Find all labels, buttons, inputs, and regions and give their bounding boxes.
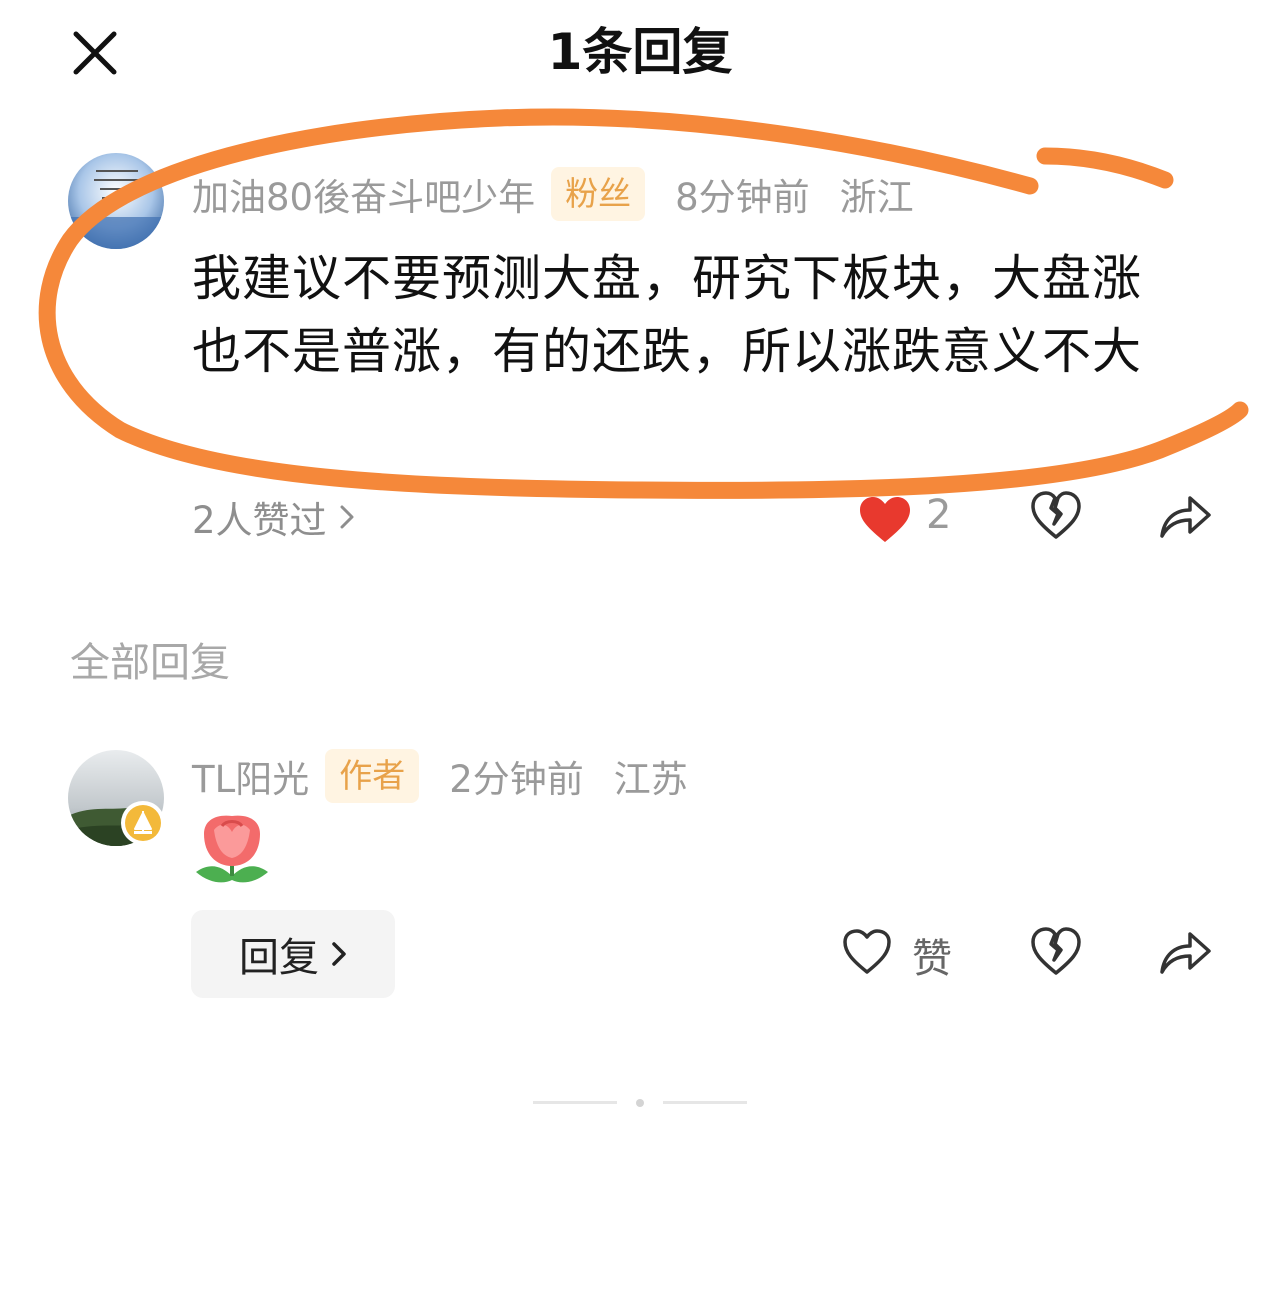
broken-heart-icon	[1031, 491, 1081, 539]
username[interactable]: 加油80後奋斗吧少年	[192, 167, 535, 221]
dislike-button[interactable]	[1030, 926, 1082, 978]
share-icon	[1160, 496, 1211, 538]
end-divider-left	[533, 1101, 617, 1104]
like-label[interactable]: 赞	[912, 926, 952, 984]
verified-badge-icon	[121, 801, 165, 845]
heart-outline-icon	[843, 929, 891, 974]
fan-badge: 粉丝	[551, 167, 646, 221]
share-button[interactable]	[1158, 926, 1212, 976]
region: 浙江	[839, 176, 914, 219]
end-divider-dot	[636, 1099, 644, 1107]
avatar[interactable]	[68, 153, 164, 249]
timestamp: 8分钟前	[675, 176, 810, 219]
region: 江苏	[613, 758, 688, 801]
username[interactable]: TL阳光	[192, 749, 309, 803]
heart-filled-icon	[860, 497, 910, 542]
broken-heart-icon	[1031, 927, 1081, 975]
end-divider-right	[663, 1101, 747, 1104]
author-badge: 作者	[325, 749, 420, 803]
tulip-emoji	[192, 812, 272, 888]
dislike-button[interactable]	[1030, 490, 1082, 542]
share-icon	[1160, 932, 1211, 974]
share-button[interactable]	[1158, 490, 1212, 540]
chevron-right-icon	[332, 942, 346, 966]
comment-text: 我建议不要预测大盘，研究下板块，大盘涨也不是普涨，有的还跌，所以涨跌意义不大	[192, 250, 1143, 380]
like-button[interactable]	[858, 496, 912, 544]
timestamp: 2分钟前	[449, 758, 584, 801]
likers-label: 2人赞过	[192, 499, 327, 542]
chevron-right-icon	[340, 505, 354, 529]
reply-button-label: 回复	[239, 935, 319, 981]
likers-link[interactable]: 2人赞过	[192, 490, 355, 544]
like-count: 2	[926, 492, 952, 538]
reply-button[interactable]: 回复	[191, 910, 395, 998]
like-button[interactable]	[842, 928, 892, 976]
section-title: 全部回复	[70, 640, 230, 686]
page-title: 1条回复	[547, 23, 733, 81]
comment-meta: 加油80後奋斗吧少年 粉丝 8分钟前 浙江	[192, 166, 914, 222]
reply-meta: TL阳光 作者 2分钟前 江苏	[192, 748, 688, 804]
